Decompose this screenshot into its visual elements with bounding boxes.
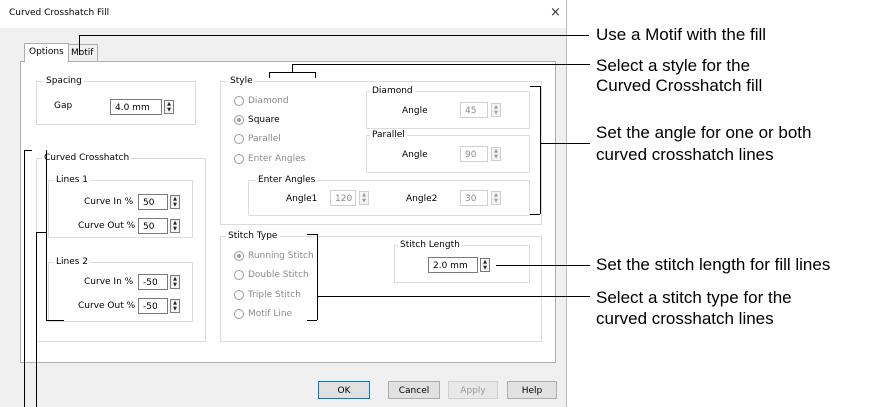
lines1-label: Lines 1 bbox=[54, 175, 91, 185]
lines1-curve-out-label: Curve Out % bbox=[78, 221, 136, 231]
lines2-curve-in-label: Curve In % bbox=[84, 277, 134, 287]
callout-bracket-style-left bbox=[269, 72, 270, 78]
stitch-triple-label: Triple Stitch bbox=[248, 290, 301, 300]
lines1-curve-in-label: Curve In % bbox=[84, 197, 134, 207]
callout-line-style bbox=[292, 64, 590, 65]
angle1-input[interactable]: 120 bbox=[330, 190, 356, 206]
diamond-group bbox=[366, 91, 530, 129]
help-button[interactable]: Help bbox=[507, 381, 557, 399]
callout-angle-text-1: Set the angle for one or both bbox=[596, 123, 812, 142]
style-square-radio[interactable] bbox=[234, 115, 244, 125]
enter-angles-label: Enter Angles bbox=[256, 175, 318, 185]
window-title: Curved Crosshatch Fill bbox=[9, 8, 110, 18]
lines1-curve-out-input[interactable]: 50 bbox=[138, 218, 168, 234]
lines2-curve-out-label: Curve Out % bbox=[78, 301, 136, 311]
callout-line-crosshatch-outer bbox=[24, 150, 25, 407]
callout-line-angle bbox=[540, 143, 590, 144]
callout-line-crosshatch-inner bbox=[36, 232, 37, 407]
stitch-double-radio[interactable] bbox=[234, 270, 244, 280]
diamond-angle-label: Angle bbox=[402, 106, 428, 116]
callout-stitch-type-text-2: curved crosshatch lines bbox=[596, 309, 774, 328]
callout-bracket-stitch-bottom bbox=[307, 320, 317, 321]
style-diamond-label: Diamond bbox=[248, 96, 289, 106]
angle2-spin-icon[interactable]: ▲ ▼ bbox=[491, 191, 501, 205]
gap-spin-icon[interactable]: ▲ ▼ bbox=[164, 100, 174, 114]
callout-bracket-stitch-top bbox=[307, 234, 317, 235]
callout-line-motif-drop bbox=[79, 35, 80, 55]
gap-label: Gap bbox=[54, 101, 73, 111]
style-label: Style bbox=[228, 76, 255, 86]
stitch-motif-line-label: Motif Line bbox=[248, 309, 293, 319]
callout-line-stitch-type bbox=[317, 296, 590, 297]
stitch-length-spin-icon[interactable]: ▲ ▼ bbox=[480, 258, 490, 272]
stitch-running-label: Running Stitch bbox=[248, 251, 314, 261]
parallel-angle-spin-icon[interactable]: ▲ ▼ bbox=[491, 147, 501, 161]
callout-bracket-stitch bbox=[317, 234, 318, 320]
stitch-double-label: Double Stitch bbox=[248, 270, 309, 280]
callout-bracket-angle bbox=[540, 86, 541, 214]
parallel-group bbox=[366, 135, 530, 173]
lines1-curve-in-spin-icon[interactable]: ▲ ▼ bbox=[170, 195, 180, 209]
callout-motif-text: Use a Motif with the fill bbox=[596, 25, 767, 44]
diamond-angle-spin-icon[interactable]: ▲ ▼ bbox=[491, 103, 501, 117]
diamond-angle-input[interactable]: 45 bbox=[460, 102, 488, 118]
stitch-running-radio[interactable] bbox=[234, 251, 244, 261]
callout-angle-text-2: curved crosshatch lines bbox=[596, 145, 774, 164]
lines2-curve-in-spin-icon[interactable]: ▲ ▼ bbox=[170, 275, 180, 289]
callout-line-crosshatch-outer-top bbox=[24, 150, 32, 151]
angle2-label: Angle2 bbox=[406, 194, 438, 204]
angle2-input[interactable]: 30 bbox=[460, 190, 488, 206]
callout-style-text-1: Select a style for the bbox=[596, 56, 751, 75]
lines2-curve-out-input[interactable]: -50 bbox=[138, 298, 168, 314]
callout-stitch-length-text: Set the stitch length for fill lines bbox=[596, 255, 831, 274]
callout-bracket-angle-bottom bbox=[530, 214, 540, 215]
lines1-curve-out-spin-icon[interactable]: ▲ ▼ bbox=[170, 219, 180, 233]
callout-line-style-stem bbox=[292, 64, 293, 72]
lines1-curve-in-input[interactable]: 50 bbox=[138, 194, 168, 210]
gap-input[interactable]: 4.0 mm bbox=[110, 99, 162, 115]
diamond-label: Diamond bbox=[370, 86, 415, 96]
stitch-type-label: Stitch Type bbox=[226, 231, 280, 241]
callout-bracket-style bbox=[269, 72, 315, 73]
style-enter-angles-label: Enter Angles bbox=[248, 154, 306, 164]
callout-style-text-2: Curved Crosshatch fill bbox=[596, 76, 763, 95]
ok-button[interactable]: OK bbox=[318, 381, 370, 399]
lines2-group bbox=[48, 262, 193, 322]
stitch-motif-line-radio[interactable] bbox=[234, 309, 244, 319]
style-parallel-radio[interactable] bbox=[234, 134, 244, 144]
spacing-label: Spacing bbox=[44, 76, 84, 86]
tab-options[interactable]: Options bbox=[24, 43, 69, 63]
callout-line-stitch-length bbox=[496, 265, 590, 266]
angle1-spin-icon[interactable]: ▲ ▼ bbox=[359, 191, 369, 205]
stitch-length-input[interactable]: 2.0 mm bbox=[428, 257, 478, 273]
lines2-label: Lines 2 bbox=[54, 257, 91, 267]
callout-bracket-angle-top bbox=[530, 86, 540, 87]
parallel-label: Parallel bbox=[370, 130, 407, 140]
stitch-length-label: Stitch Length bbox=[398, 240, 462, 250]
style-diamond-radio[interactable] bbox=[234, 96, 244, 106]
parallel-angle-label: Angle bbox=[402, 150, 428, 160]
curved-crosshatch-label: Curved Crosshatch bbox=[42, 153, 132, 163]
parallel-angle-input[interactable]: 90 bbox=[460, 146, 488, 162]
style-parallel-label: Parallel bbox=[248, 134, 281, 144]
stitch-triple-radio[interactable] bbox=[234, 290, 244, 300]
callout-bracket-crosshatch-bottom bbox=[46, 320, 64, 321]
style-square-label: Square bbox=[248, 115, 280, 125]
angle1-label: Angle1 bbox=[286, 194, 318, 204]
lines2-curve-in-input[interactable]: -50 bbox=[138, 274, 168, 290]
callout-bracket-style-right bbox=[315, 72, 316, 78]
callout-line-motif bbox=[79, 35, 589, 36]
close-icon[interactable]: × bbox=[550, 5, 561, 20]
callout-stitch-type-text-1: Select a stitch type for the bbox=[596, 288, 792, 307]
callout-line-crosshatch-inner-top bbox=[36, 232, 46, 233]
lines2-curve-out-spin-icon[interactable]: ▲ ▼ bbox=[170, 299, 180, 313]
style-enter-angles-radio[interactable] bbox=[234, 154, 244, 164]
callout-bracket-crosshatch bbox=[46, 150, 47, 320]
cancel-button[interactable]: Cancel bbox=[388, 381, 440, 399]
apply-button[interactable]: Apply bbox=[448, 381, 498, 399]
